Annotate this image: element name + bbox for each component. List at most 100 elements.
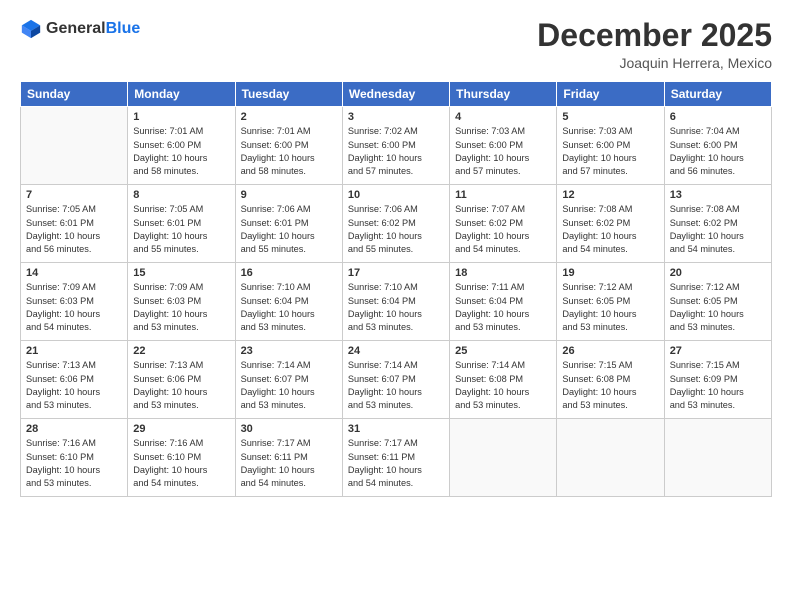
day-info: Sunrise: 7:16 AM Sunset: 6:10 PM Dayligh… — [133, 437, 229, 490]
table-row: 21 Sunrise: 7:13 AM Sunset: 6:06 PM Dayli… — [21, 341, 128, 419]
header-friday: Friday — [557, 82, 664, 107]
day-info: Sunrise: 7:01 AM Sunset: 6:00 PM Dayligh… — [241, 125, 337, 178]
table-row: 29 Sunrise: 7:16 AM Sunset: 6:10 PM Dayli… — [128, 419, 235, 497]
day-info: Sunrise: 7:17 AM Sunset: 6:11 PM Dayligh… — [348, 437, 444, 490]
table-row: 20Sunrise: 7:12 AM Sunset: 6:05 PM Dayli… — [664, 263, 771, 341]
table-row: 23Sunrise: 7:14 AM Sunset: 6:07 PM Dayli… — [235, 341, 342, 419]
day-info: Sunrise: 7:07 AM Sunset: 6:02 PM Dayligh… — [455, 203, 551, 256]
day-info: Sunrise: 7:10 AM Sunset: 6:04 PM Dayligh… — [348, 281, 444, 334]
header-sunday: Sunday — [21, 82, 128, 107]
calendar-week-row: 7Sunrise: 7:05 AM Sunset: 6:01 PM Daylig… — [21, 185, 772, 263]
table-row: 12Sunrise: 7:08 AM Sunset: 6:02 PM Dayli… — [557, 185, 664, 263]
day-info: Sunrise: 7:10 AM Sunset: 6:04 PM Dayligh… — [241, 281, 337, 334]
day-number: 20 — [670, 267, 766, 279]
day-info: Sunrise: 7:08 AM Sunset: 6:02 PM Dayligh… — [562, 203, 658, 256]
logo-text: General Blue — [46, 20, 140, 38]
header: General Blue December 2025 Joaquin Herre… — [20, 18, 772, 71]
table-row: 7Sunrise: 7:05 AM Sunset: 6:01 PM Daylig… — [21, 185, 128, 263]
day-number: 10 — [348, 189, 444, 201]
table-row: 3 Sunrise: 7:02 AM Sunset: 6:00 PM Daylig… — [342, 107, 449, 185]
calendar-week-row: 1Sunrise: 7:01 AM Sunset: 6:00 PM Daylig… — [21, 107, 772, 185]
day-number: 18 — [455, 267, 551, 279]
calendar-week-row: 14 Sunrise: 7:09 AM Sunset: 6:03 PM Dayli… — [21, 263, 772, 341]
day-number: 5 — [562, 111, 658, 123]
table-row: 27 Sunrise: 7:15 AM Sunset: 6:09 PM Dayli… — [664, 341, 771, 419]
logo: General Blue — [20, 18, 140, 40]
table-row: 18Sunrise: 7:11 AM Sunset: 6:04 PM Dayli… — [450, 263, 557, 341]
table-row: 11 Sunrise: 7:07 AM Sunset: 6:02 PM Dayli… — [450, 185, 557, 263]
day-info: Sunrise: 7:03 AM Sunset: 6:00 PM Dayligh… — [562, 125, 658, 178]
table-row: 28 Sunrise: 7:16 AM Sunset: 6:10 PM Dayli… — [21, 419, 128, 497]
day-number: 27 — [670, 345, 766, 357]
day-info: Sunrise: 7:09 AM Sunset: 6:03 PM Dayligh… — [133, 281, 229, 334]
day-number: 28 — [26, 423, 122, 435]
day-info: Sunrise: 7:15 AM Sunset: 6:08 PM Dayligh… — [562, 359, 658, 412]
calendar-week-row: 21 Sunrise: 7:13 AM Sunset: 6:06 PM Dayli… — [21, 341, 772, 419]
day-info: Sunrise: 7:01 AM Sunset: 6:00 PM Dayligh… — [133, 125, 229, 178]
table-row: 31 Sunrise: 7:17 AM Sunset: 6:11 PM Dayli… — [342, 419, 449, 497]
day-number: 3 — [348, 111, 444, 123]
table-row: 17 Sunrise: 7:10 AM Sunset: 6:04 PM Dayli… — [342, 263, 449, 341]
calendar-subtitle: Joaquin Herrera, Mexico — [537, 55, 772, 71]
day-info: Sunrise: 7:16 AM Sunset: 6:10 PM Dayligh… — [26, 437, 122, 490]
table-row: 10 Sunrise: 7:06 AM Sunset: 6:02 PM Dayli… — [342, 185, 449, 263]
day-number: 22 — [133, 345, 229, 357]
weekday-header-row: Sunday Monday Tuesday Wednesday Thursday… — [21, 82, 772, 107]
day-info: Sunrise: 7:12 AM Sunset: 6:05 PM Dayligh… — [562, 281, 658, 334]
table-row: 13Sunrise: 7:08 AM Sunset: 6:02 PM Dayli… — [664, 185, 771, 263]
table-row — [664, 419, 771, 497]
table-row: 1Sunrise: 7:01 AM Sunset: 6:00 PM Daylig… — [128, 107, 235, 185]
calendar-body: 1Sunrise: 7:01 AM Sunset: 6:00 PM Daylig… — [21, 107, 772, 497]
day-number: 8 — [133, 189, 229, 201]
day-info: Sunrise: 7:05 AM Sunset: 6:01 PM Dayligh… — [133, 203, 229, 256]
day-info: Sunrise: 7:13 AM Sunset: 6:06 PM Dayligh… — [26, 359, 122, 412]
calendar-table: Sunday Monday Tuesday Wednesday Thursday… — [20, 81, 772, 497]
day-number: 14 — [26, 267, 122, 279]
logo-general: General — [46, 20, 106, 38]
logo-icon — [20, 18, 42, 40]
day-number: 11 — [455, 189, 551, 201]
day-number: 29 — [133, 423, 229, 435]
day-info: Sunrise: 7:13 AM Sunset: 6:06 PM Dayligh… — [133, 359, 229, 412]
table-row — [450, 419, 557, 497]
day-info: Sunrise: 7:08 AM Sunset: 6:02 PM Dayligh… — [670, 203, 766, 256]
table-row: 4Sunrise: 7:03 AM Sunset: 6:00 PM Daylig… — [450, 107, 557, 185]
day-number: 6 — [670, 111, 766, 123]
title-block: December 2025 Joaquin Herrera, Mexico — [537, 18, 772, 71]
table-row: 19Sunrise: 7:12 AM Sunset: 6:05 PM Dayli… — [557, 263, 664, 341]
header-tuesday: Tuesday — [235, 82, 342, 107]
day-number: 23 — [241, 345, 337, 357]
header-saturday: Saturday — [664, 82, 771, 107]
table-row: 26 Sunrise: 7:15 AM Sunset: 6:08 PM Dayli… — [557, 341, 664, 419]
day-info: Sunrise: 7:03 AM Sunset: 6:00 PM Dayligh… — [455, 125, 551, 178]
table-row: 5 Sunrise: 7:03 AM Sunset: 6:00 PM Daylig… — [557, 107, 664, 185]
day-info: Sunrise: 7:15 AM Sunset: 6:09 PM Dayligh… — [670, 359, 766, 412]
table-row — [557, 419, 664, 497]
calendar-page: General Blue December 2025 Joaquin Herre… — [0, 0, 792, 612]
day-number: 17 — [348, 267, 444, 279]
day-number: 30 — [241, 423, 337, 435]
day-number: 26 — [562, 345, 658, 357]
calendar-title: December 2025 — [537, 18, 772, 53]
day-number: 9 — [241, 189, 337, 201]
day-number: 15 — [133, 267, 229, 279]
day-number: 2 — [241, 111, 337, 123]
day-number: 24 — [348, 345, 444, 357]
day-number: 21 — [26, 345, 122, 357]
table-row: 8 Sunrise: 7:05 AM Sunset: 6:01 PM Daylig… — [128, 185, 235, 263]
day-info: Sunrise: 7:14 AM Sunset: 6:07 PM Dayligh… — [348, 359, 444, 412]
day-info: Sunrise: 7:04 AM Sunset: 6:00 PM Dayligh… — [670, 125, 766, 178]
table-row: 6 Sunrise: 7:04 AM Sunset: 6:00 PM Daylig… — [664, 107, 771, 185]
table-row: 30 Sunrise: 7:17 AM Sunset: 6:11 PM Dayli… — [235, 419, 342, 497]
day-info: Sunrise: 7:14 AM Sunset: 6:08 PM Dayligh… — [455, 359, 551, 412]
day-info: Sunrise: 7:02 AM Sunset: 6:00 PM Dayligh… — [348, 125, 444, 178]
day-number: 31 — [348, 423, 444, 435]
logo-blue: Blue — [106, 20, 141, 38]
header-thursday: Thursday — [450, 82, 557, 107]
day-info: Sunrise: 7:06 AM Sunset: 6:01 PM Dayligh… — [241, 203, 337, 256]
header-monday: Monday — [128, 82, 235, 107]
day-info: Sunrise: 7:06 AM Sunset: 6:02 PM Dayligh… — [348, 203, 444, 256]
table-row: 2 Sunrise: 7:01 AM Sunset: 6:00 PM Daylig… — [235, 107, 342, 185]
calendar-week-row: 28 Sunrise: 7:16 AM Sunset: 6:10 PM Dayli… — [21, 419, 772, 497]
day-info: Sunrise: 7:17 AM Sunset: 6:11 PM Dayligh… — [241, 437, 337, 490]
